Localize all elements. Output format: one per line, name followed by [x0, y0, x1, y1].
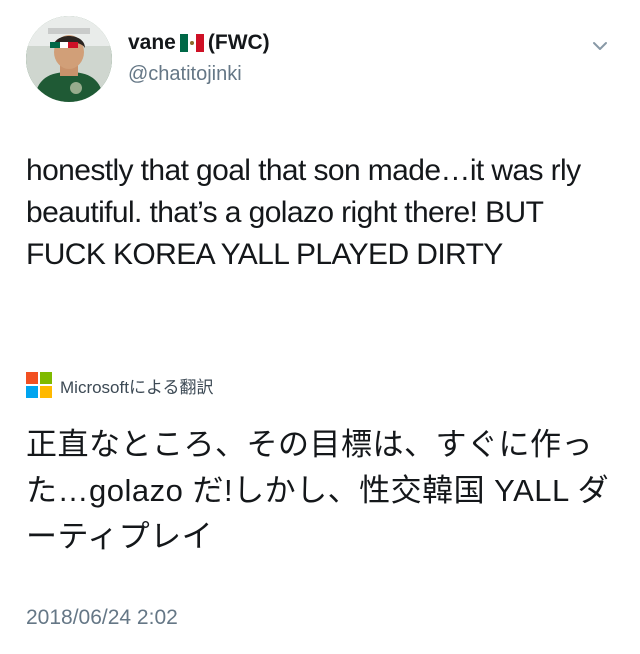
- tweet-card: vane (FWC) @chatitojinki honestly that go…: [0, 0, 640, 654]
- translated-text: 正直なところ、その目標は、すぐに作った…golazo だ!しかし、性交韓国 YA…: [26, 427, 610, 554]
- avatar-photo: [26, 16, 112, 102]
- user-info[interactable]: vane (FWC) @chatitojinki: [128, 30, 270, 87]
- display-name-suffix: (FWC): [207, 31, 270, 54]
- avatar[interactable]: [26, 16, 112, 102]
- microsoft-logo-icon: [26, 372, 52, 398]
- display-name-text: vane: [128, 31, 176, 54]
- mexico-flag-icon: [179, 33, 204, 59]
- tweet-timestamp[interactable]: 2018/06/24 2:02: [26, 606, 178, 630]
- tweet-text: honestly that goal that son made…it was …: [26, 154, 581, 271]
- display-name[interactable]: vane (FWC): [128, 30, 270, 59]
- translation-label: Microsoftによる翻訳: [60, 377, 214, 397]
- user-handle[interactable]: @chatitojinki: [128, 61, 270, 87]
- chevron-down-icon[interactable]: [590, 36, 610, 56]
- translation-attribution[interactable]: Microsoftによる翻訳: [26, 372, 213, 398]
- tweet-header: vane (FWC) @chatitojinki: [26, 16, 616, 106]
